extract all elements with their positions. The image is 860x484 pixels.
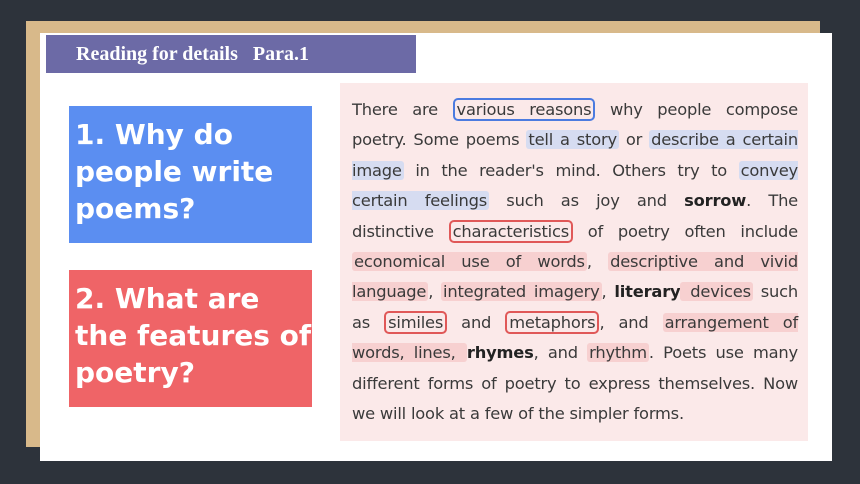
question-2-box: 2. What are the features of poetry? [69,270,312,407]
passage-segment-box-red: characteristics [448,219,573,243]
question-1-box: 1. Why do people write poems? [69,106,312,243]
passage-segment-plain: There are [352,100,453,119]
passage-segment-hl-red: rhythm [587,343,649,363]
passage-segment-plain: and [447,312,506,332]
passage-segment-box-red: metaphors [505,310,600,334]
passage-segment-bold: rhymes [466,343,534,363]
passage-segment-plain: in the reader's mind. Others try to [403,160,739,180]
passage-segment-hl-red: economical use of words [352,252,587,272]
reading-passage: There are various reasons why people com… [340,83,808,441]
passage-segment-hl-blue: tell a story [526,130,619,150]
slide-title: Reading for details Para.1 [46,35,416,73]
passage-segment-plain: , [586,252,609,272]
passage-segment-box-red: similes [384,310,448,334]
passage-segment-box-blue: various reasons [452,98,596,121]
passage-segment-plain: , [601,282,615,302]
passage-segment-hl-red: devices [680,282,753,302]
passage-paragraph: There are various reasons why people com… [352,95,798,429]
passage-segment-plain: or [618,130,650,150]
passage-segment-bold: literary [614,282,681,302]
passage-segment-plain: of poetry often include [572,221,798,241]
passage-segment-plain: , and [533,343,588,363]
passage-segment-hl-red: integrated imagery [441,282,602,302]
passage-segment-plain: such as joy and [489,191,685,211]
passage-segment-plain: , [428,282,442,302]
passage-segment-plain: , and [599,312,663,332]
passage-segment-bold: sorrow [684,191,747,211]
